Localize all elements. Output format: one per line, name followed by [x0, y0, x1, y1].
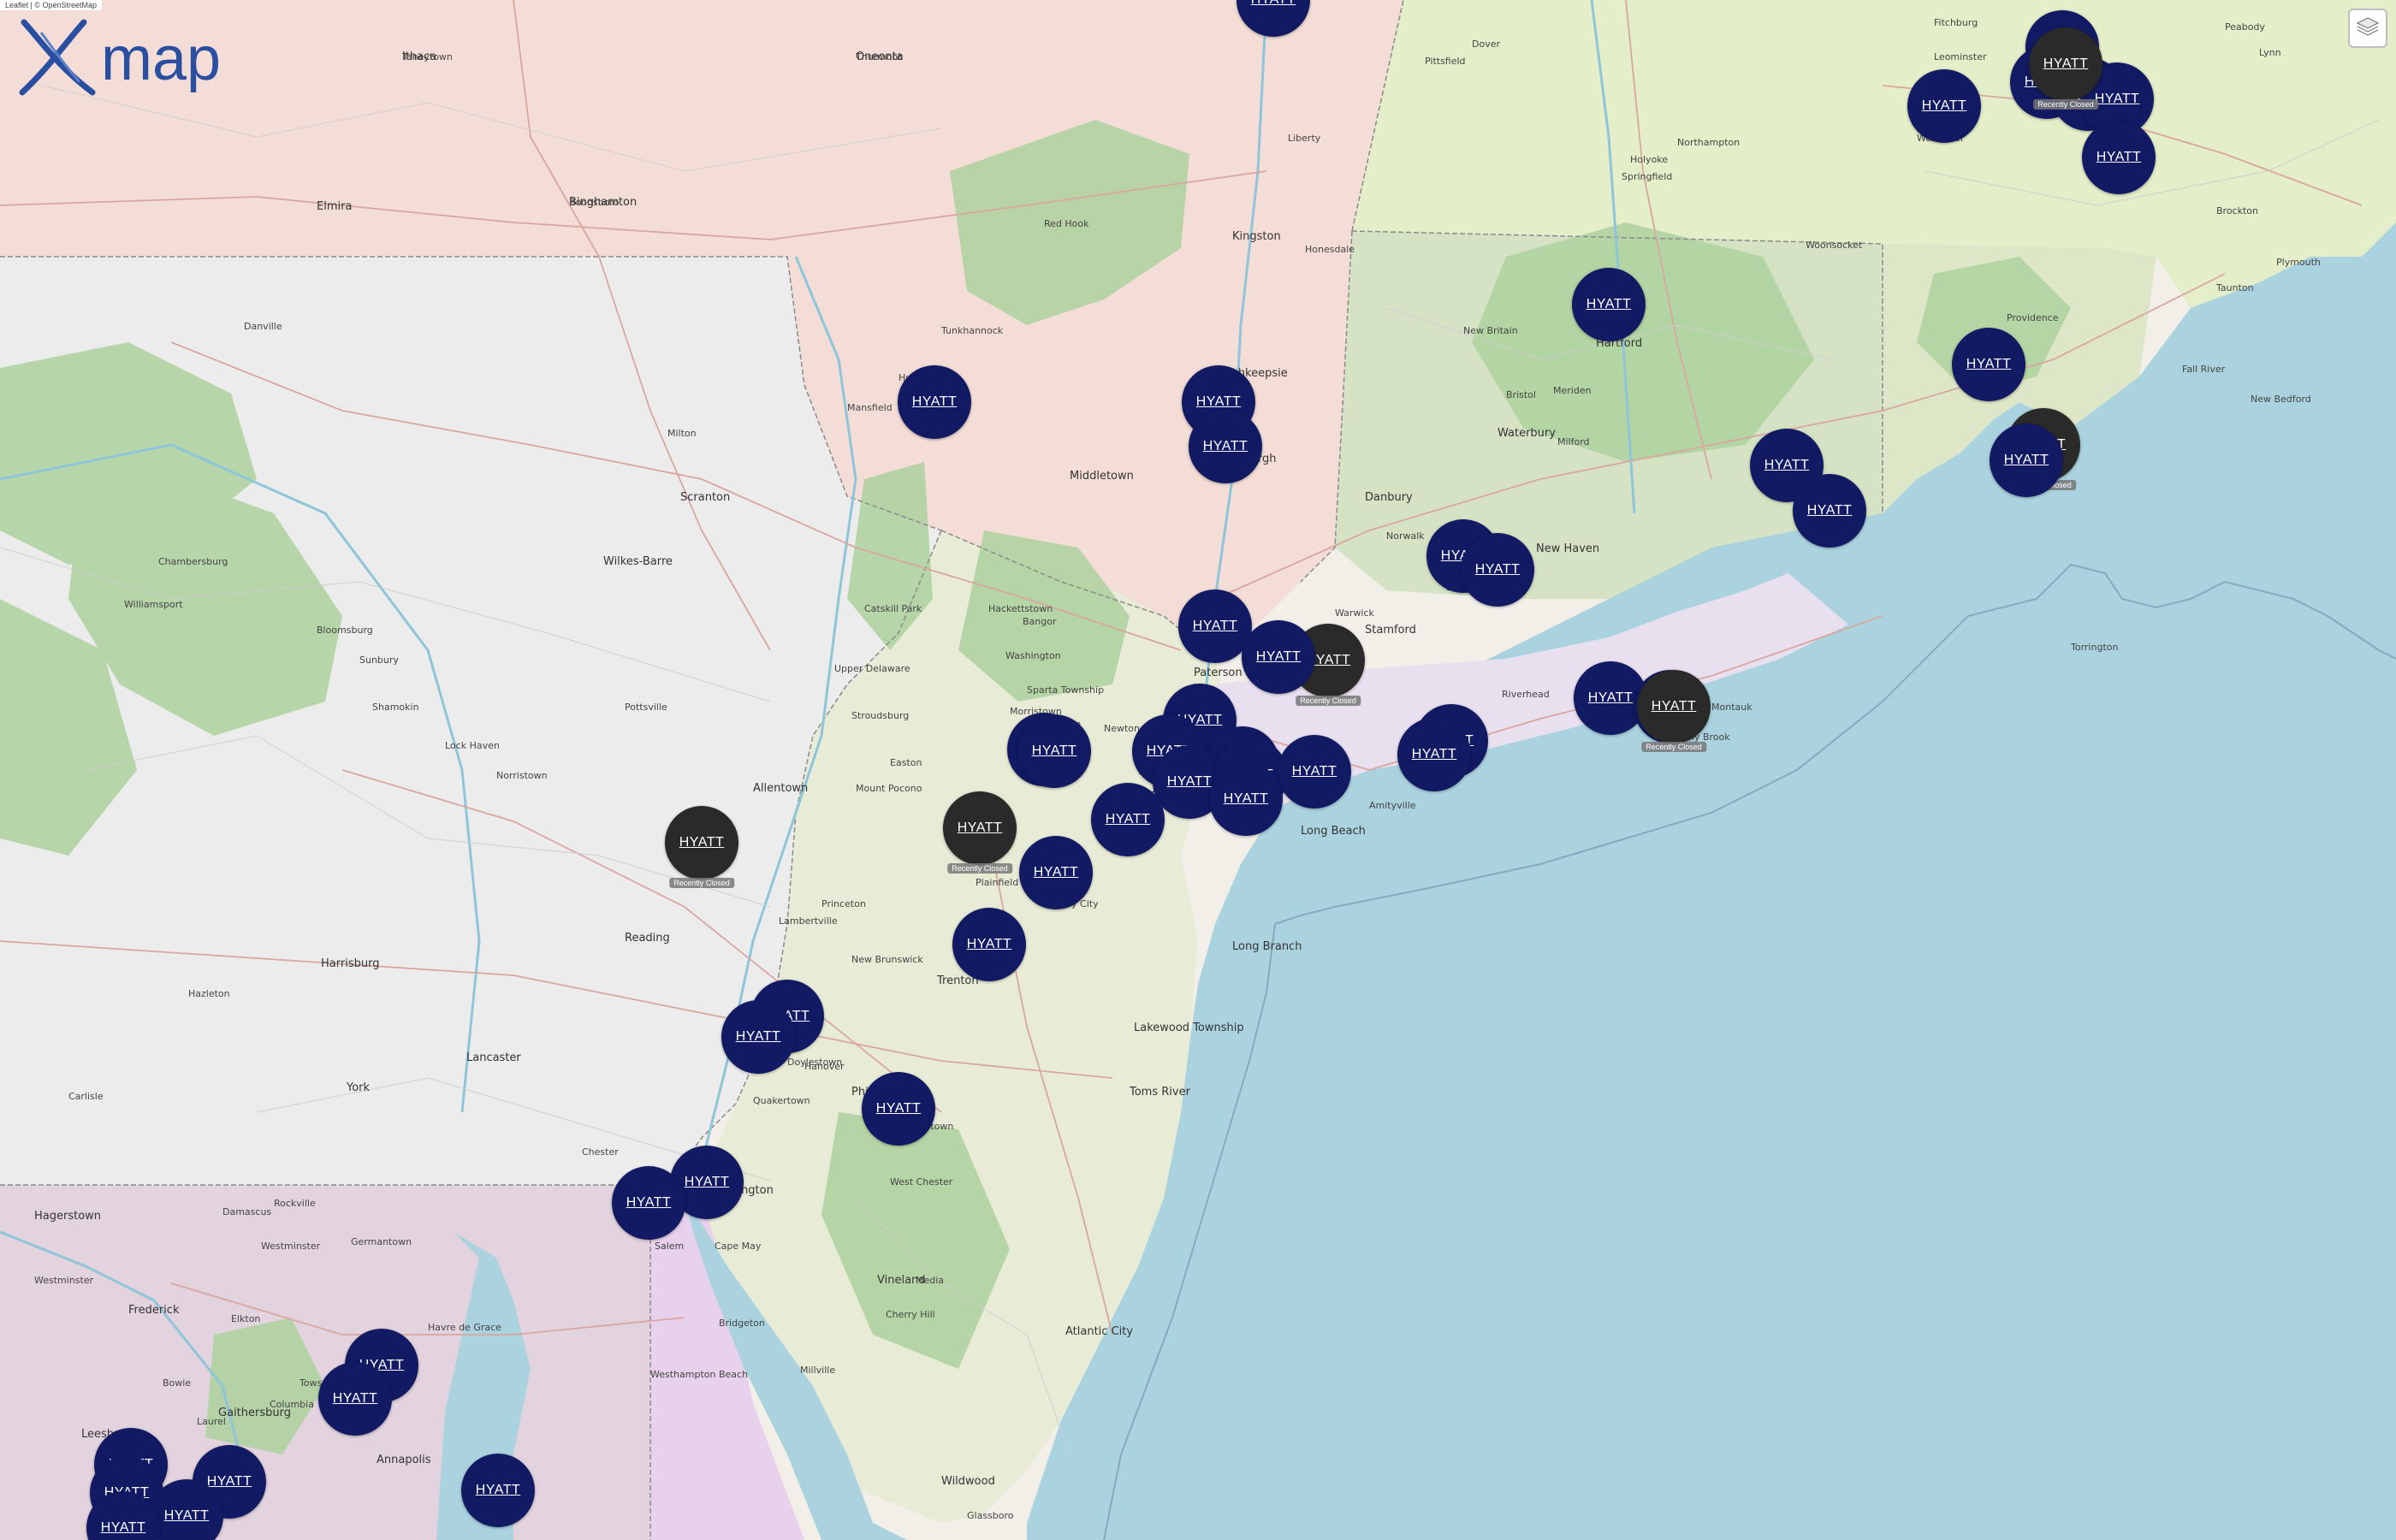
marker-brand-label: HYATT [100, 1520, 146, 1535]
hotel-marker[interactable]: HYATT [862, 1072, 935, 1146]
marker-brand-label: HYATT [966, 937, 1012, 951]
marker-brand-label: HYATT [1166, 774, 1213, 789]
marker-brand-label: HYATT [2003, 453, 2049, 467]
hotel-marker[interactable]: HYATT [1189, 410, 1262, 483]
marker-brand-label: HYATT [1586, 297, 1632, 311]
recently-closed-badge: Recently Closed [669, 878, 734, 888]
marker-brand-label: HYATT [1251, 0, 1296, 8]
hotel-marker[interactable]: HYATT [1278, 735, 1351, 808]
marker-brand-label: HYATT [332, 1391, 378, 1406]
marker-brand-label: HYATT [163, 1508, 210, 1523]
hotel-marker[interactable]: HYATT [1091, 783, 1165, 856]
marker-brand-label: HYATT [2094, 92, 2140, 106]
app-logo[interactable]: map [15, 15, 221, 102]
hotel-markers-layer: HYATT HYATT HYATT HYATT HYATT HYATT HYATT HYATT… [0, 0, 2396, 1540]
recently-closed-badge: Recently Closed [1296, 696, 1361, 706]
marker-brand-label: HYATT [1291, 764, 1337, 779]
marker-brand-label: HYATT [684, 1175, 730, 1189]
hotel-marker[interactable]: HYATT [1209, 762, 1283, 836]
hotel-marker[interactable]: HYATT [1017, 714, 1091, 788]
marker-brand-label: HYATT [626, 1195, 672, 1210]
marker-brand-label: HYATT [735, 1029, 781, 1044]
recently-closed-badge: Recently Closed [2033, 99, 2098, 110]
hotel-marker[interactable]: HYATT [952, 908, 1026, 981]
hotel-marker[interactable]: HYATT [1019, 836, 1093, 909]
hotel-marker[interactable]: HYATT [612, 1166, 685, 1240]
marker-brand-label: HYATT [1474, 562, 1521, 577]
x-logo-icon [15, 15, 98, 102]
hotel-marker[interactable]: HYATT [1237, 0, 1310, 37]
hotel-marker[interactable]: HYATT [1461, 533, 1534, 607]
hotel-marker-closed[interactable]: HYATT Recently Closed [943, 791, 1017, 874]
marker-brand-label: HYATT [2096, 150, 2142, 164]
marker-brand-label: HYATT [206, 1474, 252, 1489]
marker-brand-label: HYATT [2043, 56, 2089, 71]
hotel-marker[interactable]: HYATT [1952, 328, 2025, 401]
hotel-marker[interactable]: HYATT [461, 1454, 535, 1527]
layers-icon [2356, 15, 2380, 43]
marker-brand-label: HYATT [1587, 690, 1634, 705]
marker-brand-label: HYATT [1966, 357, 2012, 371]
hotel-marker-closed[interactable]: HYATT Recently Closed [2029, 27, 2102, 110]
marker-brand-label: HYATT [1255, 649, 1302, 664]
marker-brand-label: HYATT [957, 820, 1003, 835]
map-attribution[interactable]: Leaflet | © OpenStreetMap [0, 0, 103, 10]
hotel-marker[interactable]: HYATT [2082, 121, 2156, 194]
hotel-marker[interactable]: HYATT [1397, 718, 1471, 791]
hotel-marker[interactable]: HYATT [1793, 474, 1866, 548]
layers-button[interactable] [2348, 9, 2387, 48]
marker-brand-label: HYATT [1033, 865, 1079, 880]
marker-brand-label: HYATT [1202, 439, 1248, 453]
hotel-marker[interactable]: HYATT [318, 1362, 392, 1436]
marker-brand-label: HYATT [1921, 98, 1967, 113]
recently-closed-badge: Recently Closed [1641, 742, 1706, 752]
marker-brand-label: HYATT [679, 835, 725, 850]
hotel-marker[interactable]: HYATT [721, 1000, 795, 1074]
marker-brand-label: HYATT [1764, 458, 1810, 472]
hotel-marker-closed[interactable]: HYATT Recently Closed [665, 806, 738, 888]
marker-brand-label: HYATT [1192, 619, 1238, 633]
marker-brand-label: HYATT [1105, 812, 1151, 826]
hotel-marker[interactable]: HYATT [1572, 268, 1646, 341]
marker-brand-label: HYATT [1195, 394, 1242, 409]
marker-brand-label: HYATT [1651, 699, 1697, 714]
marker-brand-label: HYATT [1031, 743, 1077, 758]
marker-brand-label: HYATT [875, 1101, 922, 1116]
marker-brand-label: HYATT [911, 394, 958, 409]
hotel-marker[interactable]: HYATT [1907, 69, 1981, 143]
hotel-marker[interactable]: HYATT [1178, 589, 1252, 663]
recently-closed-badge: Recently Closed [947, 863, 1012, 874]
marker-brand-label: HYATT [1806, 503, 1853, 518]
hotel-marker[interactable]: HYATT [1242, 620, 1315, 694]
hotel-marker[interactable]: HYATT [898, 365, 971, 439]
marker-brand-label: HYATT [1223, 791, 1269, 806]
hotel-marker-closed[interactable]: HYATT Recently Closed [1637, 670, 1711, 752]
logo-text: map [101, 24, 222, 93]
marker-brand-label: HYATT [1411, 747, 1457, 761]
hotel-marker[interactable]: HYATT [1990, 424, 2063, 497]
marker-brand-label: HYATT [475, 1483, 521, 1497]
